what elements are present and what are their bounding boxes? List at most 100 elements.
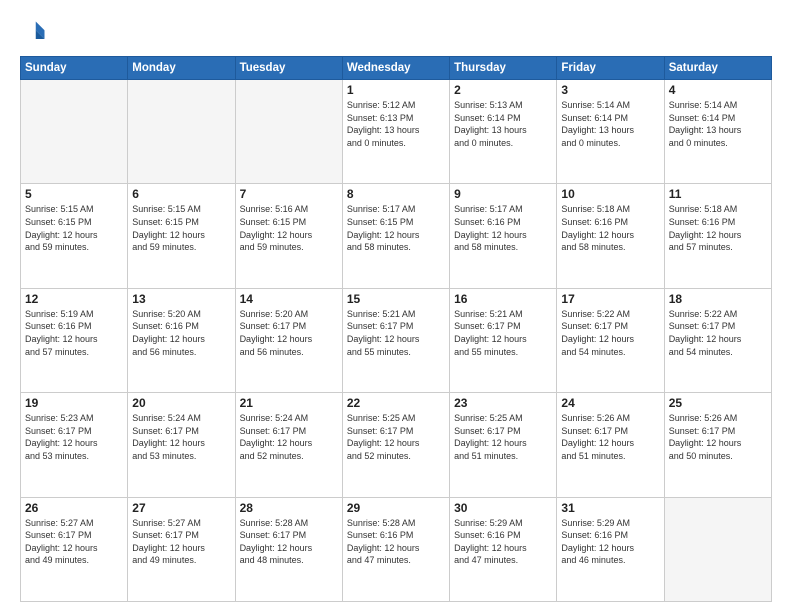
calendar-header-friday: Friday xyxy=(557,57,664,80)
day-info: Sunrise: 5:26 AMSunset: 6:17 PMDaylight:… xyxy=(561,412,659,462)
calendar-cell: 30Sunrise: 5:29 AMSunset: 6:16 PMDayligh… xyxy=(450,497,557,601)
day-number: 12 xyxy=(25,292,123,306)
calendar-header-wednesday: Wednesday xyxy=(342,57,449,80)
calendar-cell: 14 Sunrise: 5:20 AMSunset: 6:17 PMDayligh… xyxy=(235,288,342,392)
day-info: Sunrise: 5:17 AMSunset: 6:16 PMDaylight:… xyxy=(454,203,552,253)
day-info: Sunrise: 5:23 AMSunset: 6:17 PMDaylight:… xyxy=(25,412,123,462)
day-number: 10 xyxy=(561,187,659,201)
calendar-cell: 26Sunrise: 5:27 AMSunset: 6:17 PMDayligh… xyxy=(21,497,128,601)
calendar-cell xyxy=(128,80,235,184)
calendar-week-2: 12 Sunrise: 5:19 AMSunset: 6:16 PMDayligh… xyxy=(21,288,772,392)
calendar-cell: 17 Sunrise: 5:22 AMSunset: 6:17 PMDayligh… xyxy=(557,288,664,392)
calendar-cell: 16 Sunrise: 5:21 AMSunset: 6:17 PMDayligh… xyxy=(450,288,557,392)
day-number: 1 xyxy=(347,83,445,97)
day-number: 18 xyxy=(669,292,767,306)
calendar-cell: 20 Sunrise: 5:24 AMSunset: 6:17 PMDayligh… xyxy=(128,393,235,497)
day-info: Sunrise: 5:25 AMSunset: 6:17 PMDaylight:… xyxy=(454,412,552,462)
day-info: Sunrise: 5:27 AMSunset: 6:17 PMDaylight:… xyxy=(132,517,230,567)
calendar-cell: 2 Sunrise: 5:13 AMSunset: 6:14 PMDaylight… xyxy=(450,80,557,184)
calendar-week-1: 5 Sunrise: 5:15 AMSunset: 6:15 PMDaylight… xyxy=(21,184,772,288)
calendar-header-saturday: Saturday xyxy=(664,57,771,80)
calendar-cell: 15Sunrise: 5:21 AMSunset: 6:17 PMDayligh… xyxy=(342,288,449,392)
calendar-cell: 1 Sunrise: 5:12 AMSunset: 6:13 PMDaylight… xyxy=(342,80,449,184)
day-number: 20 xyxy=(132,396,230,410)
logo xyxy=(20,18,52,46)
calendar-cell xyxy=(664,497,771,601)
calendar-cell: 8 Sunrise: 5:17 AMSunset: 6:15 PMDaylight… xyxy=(342,184,449,288)
calendar-cell: 21 Sunrise: 5:24 AMSunset: 6:17 PMDayligh… xyxy=(235,393,342,497)
day-number: 3 xyxy=(561,83,659,97)
day-info: Sunrise: 5:14 AMSunset: 6:14 PMDaylight:… xyxy=(561,99,659,149)
day-info: Sunrise: 5:24 AMSunset: 6:17 PMDaylight:… xyxy=(240,412,338,462)
day-number: 9 xyxy=(454,187,552,201)
calendar-cell: 27 Sunrise: 5:27 AMSunset: 6:17 PMDayligh… xyxy=(128,497,235,601)
day-info: Sunrise: 5:21 AMSunset: 6:17 PMDaylight:… xyxy=(347,308,445,358)
day-number: 27 xyxy=(132,501,230,515)
day-number: 21 xyxy=(240,396,338,410)
day-number: 6 xyxy=(132,187,230,201)
day-info: Sunrise: 5:22 AMSunset: 6:17 PMDaylight:… xyxy=(669,308,767,358)
day-number: 17 xyxy=(561,292,659,306)
calendar-cell: 24 Sunrise: 5:26 AMSunset: 6:17 PMDayligh… xyxy=(557,393,664,497)
calendar-cell: 28Sunrise: 5:28 AMSunset: 6:17 PMDayligh… xyxy=(235,497,342,601)
day-number: 22 xyxy=(347,396,445,410)
calendar-cell: 12 Sunrise: 5:19 AMSunset: 6:16 PMDayligh… xyxy=(21,288,128,392)
header xyxy=(20,18,772,46)
day-info: Sunrise: 5:18 AMSunset: 6:16 PMDaylight:… xyxy=(669,203,767,253)
day-info: Sunrise: 5:14 AMSunset: 6:14 PMDaylight:… xyxy=(669,99,767,149)
day-info: Sunrise: 5:16 AMSunset: 6:15 PMDaylight:… xyxy=(240,203,338,253)
day-number: 29 xyxy=(347,501,445,515)
calendar-cell: 23Sunrise: 5:25 AMSunset: 6:17 PMDayligh… xyxy=(450,393,557,497)
calendar-header-tuesday: Tuesday xyxy=(235,57,342,80)
day-number: 7 xyxy=(240,187,338,201)
day-info: Sunrise: 5:28 AMSunset: 6:17 PMDaylight:… xyxy=(240,517,338,567)
calendar-cell: 22 Sunrise: 5:25 AMSunset: 6:17 PMDayligh… xyxy=(342,393,449,497)
day-number: 5 xyxy=(25,187,123,201)
calendar-cell: 4 Sunrise: 5:14 AMSunset: 6:14 PMDaylight… xyxy=(664,80,771,184)
calendar: SundayMondayTuesdayWednesdayThursdayFrid… xyxy=(20,56,772,602)
day-info: Sunrise: 5:20 AMSunset: 6:17 PMDaylight:… xyxy=(240,308,338,358)
day-number: 4 xyxy=(669,83,767,97)
calendar-week-3: 19Sunrise: 5:23 AMSunset: 6:17 PMDayligh… xyxy=(21,393,772,497)
day-info: Sunrise: 5:28 AMSunset: 6:16 PMDaylight:… xyxy=(347,517,445,567)
day-info: Sunrise: 5:17 AMSunset: 6:15 PMDaylight:… xyxy=(347,203,445,253)
calendar-week-0: 1 Sunrise: 5:12 AMSunset: 6:13 PMDaylight… xyxy=(21,80,772,184)
day-number: 25 xyxy=(669,396,767,410)
calendar-cell xyxy=(21,80,128,184)
day-info: Sunrise: 5:27 AMSunset: 6:17 PMDaylight:… xyxy=(25,517,123,567)
day-info: Sunrise: 5:25 AMSunset: 6:17 PMDaylight:… xyxy=(347,412,445,462)
day-info: Sunrise: 5:12 AMSunset: 6:13 PMDaylight:… xyxy=(347,99,445,149)
page: SundayMondayTuesdayWednesdayThursdayFrid… xyxy=(0,0,792,612)
day-number: 24 xyxy=(561,396,659,410)
calendar-header-thursday: Thursday xyxy=(450,57,557,80)
day-info: Sunrise: 5:24 AMSunset: 6:17 PMDaylight:… xyxy=(132,412,230,462)
day-info: Sunrise: 5:19 AMSunset: 6:16 PMDaylight:… xyxy=(25,308,123,358)
day-number: 11 xyxy=(669,187,767,201)
calendar-week-4: 26Sunrise: 5:27 AMSunset: 6:17 PMDayligh… xyxy=(21,497,772,601)
calendar-cell: 11 Sunrise: 5:18 AMSunset: 6:16 PMDayligh… xyxy=(664,184,771,288)
day-info: Sunrise: 5:21 AMSunset: 6:17 PMDaylight:… xyxy=(454,308,552,358)
calendar-cell: 6 Sunrise: 5:15 AMSunset: 6:15 PMDaylight… xyxy=(128,184,235,288)
calendar-cell: 13Sunrise: 5:20 AMSunset: 6:16 PMDayligh… xyxy=(128,288,235,392)
calendar-cell: 9 Sunrise: 5:17 AMSunset: 6:16 PMDaylight… xyxy=(450,184,557,288)
calendar-cell: 18 Sunrise: 5:22 AMSunset: 6:17 PMDayligh… xyxy=(664,288,771,392)
day-info: Sunrise: 5:22 AMSunset: 6:17 PMDaylight:… xyxy=(561,308,659,358)
day-number: 16 xyxy=(454,292,552,306)
day-info: Sunrise: 5:20 AMSunset: 6:16 PMDaylight:… xyxy=(132,308,230,358)
calendar-header-monday: Monday xyxy=(128,57,235,80)
calendar-cell: 5 Sunrise: 5:15 AMSunset: 6:15 PMDaylight… xyxy=(21,184,128,288)
day-info: Sunrise: 5:29 AMSunset: 6:16 PMDaylight:… xyxy=(561,517,659,567)
day-info: Sunrise: 5:15 AMSunset: 6:15 PMDaylight:… xyxy=(25,203,123,253)
day-number: 8 xyxy=(347,187,445,201)
calendar-cell: 10 Sunrise: 5:18 AMSunset: 6:16 PMDayligh… xyxy=(557,184,664,288)
day-info: Sunrise: 5:18 AMSunset: 6:16 PMDaylight:… xyxy=(561,203,659,253)
day-info: Sunrise: 5:13 AMSunset: 6:14 PMDaylight:… xyxy=(454,99,552,149)
day-info: Sunrise: 5:26 AMSunset: 6:17 PMDaylight:… xyxy=(669,412,767,462)
calendar-cell: 25 Sunrise: 5:26 AMSunset: 6:17 PMDayligh… xyxy=(664,393,771,497)
calendar-cell: 19Sunrise: 5:23 AMSunset: 6:17 PMDayligh… xyxy=(21,393,128,497)
calendar-cell: 3 Sunrise: 5:14 AMSunset: 6:14 PMDaylight… xyxy=(557,80,664,184)
calendar-cell: 29 Sunrise: 5:28 AMSunset: 6:16 PMDayligh… xyxy=(342,497,449,601)
day-info: Sunrise: 5:15 AMSunset: 6:15 PMDaylight:… xyxy=(132,203,230,253)
day-number: 14 xyxy=(240,292,338,306)
day-number: 2 xyxy=(454,83,552,97)
